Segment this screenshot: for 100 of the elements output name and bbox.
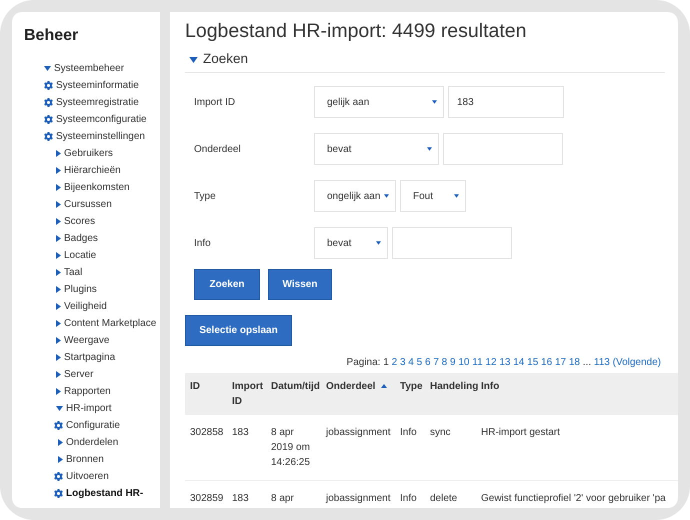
page-link[interactable]: 6 — [424, 356, 431, 368]
tree-item[interactable]: Locatie — [24, 247, 160, 264]
value-input[interactable] — [392, 227, 512, 260]
value-dropdown[interactable]: Fout — [400, 180, 466, 212]
caret-right-icon — [56, 235, 61, 242]
operator-dropdown[interactable]: bevat — [314, 133, 439, 166]
page-link[interactable]: 7 — [433, 356, 439, 368]
tree-item[interactable]: Badges — [24, 230, 160, 247]
search-section-header[interactable]: Zoeken — [185, 49, 665, 73]
page-title: Logbestand HR-import: 4499 resultaten — [185, 20, 528, 44]
gear-icon — [44, 81, 53, 90]
column-header[interactable]: ID — [190, 378, 200, 394]
page-link[interactable]: 11 — [472, 356, 483, 368]
column-header[interactable]: Handeling — [430, 378, 478, 394]
tree-item[interactable]: Rapporten — [24, 383, 160, 400]
page-link[interactable]: 4 — [408, 356, 414, 368]
page-link[interactable]: 14 — [513, 356, 524, 368]
page-link[interactable]: 17 — [554, 356, 566, 368]
page-link[interactable]: 3 — [400, 356, 406, 368]
caret-right-icon — [56, 286, 61, 293]
tree-item[interactable]: Startpagina — [24, 349, 160, 366]
gear-icon — [44, 115, 53, 124]
caret-right-icon — [58, 456, 63, 463]
caret-right-icon — [56, 252, 61, 259]
caret-right-icon — [56, 218, 61, 225]
gear-icon — [44, 98, 53, 107]
table-cell: 183 — [232, 492, 249, 504]
caret-right-icon — [56, 320, 61, 327]
caret-right-icon — [56, 201, 61, 208]
tree-item[interactable]: Systeembeheer — [24, 60, 160, 77]
search-button[interactable]: Zoeken — [194, 268, 260, 300]
tree-item[interactable]: Bijeenkomsten — [24, 179, 160, 196]
tree-item[interactable]: Content Marketplace — [24, 315, 160, 332]
tree-item[interactable]: HR-import — [24, 400, 160, 417]
tree-item[interactable]: Uitvoeren — [24, 468, 160, 485]
page-link[interactable]: 18 — [568, 356, 580, 368]
table-cell: delete — [430, 492, 458, 504]
tree-item[interactable]: Veiligheid — [24, 298, 160, 315]
save-selection-button[interactable]: Selectie opslaan — [185, 314, 292, 346]
tree-item[interactable]: Systeeminstellingen — [24, 128, 160, 145]
caret-right-icon — [56, 303, 61, 310]
table-cell: Info — [400, 492, 417, 504]
operator-dropdown[interactable]: bevat — [314, 227, 388, 260]
caret-down-icon — [454, 194, 459, 198]
tree-item[interactable]: Weergave — [24, 332, 160, 349]
table-cell: Gewist functieprofiel '2' voor gebruiker 'pa — [481, 492, 666, 504]
tree-item[interactable]: Cursussen — [24, 196, 160, 213]
gear-icon — [44, 132, 53, 141]
filter-label: Type — [194, 190, 217, 204]
tree-item[interactable]: Configuratie — [24, 417, 160, 434]
tree-item[interactable]: Onderdelen — [24, 434, 160, 451]
table-cell: Info — [400, 426, 417, 438]
page-link[interactable]: 15 — [527, 356, 538, 368]
current-page: 1 — [383, 356, 389, 368]
page-link[interactable]: 10 — [458, 356, 470, 368]
next-link[interactable]: (Volgende) — [612, 356, 661, 368]
page-link[interactable]: 9 — [450, 356, 456, 368]
column-header[interactable]: Info — [481, 378, 500, 394]
caret-right-icon — [56, 371, 61, 378]
page-link[interactable]: 113 — [594, 356, 610, 368]
value-input[interactable] — [443, 133, 563, 166]
tree-item[interactable]: Systeemregistratie — [24, 94, 160, 111]
pagination-label: Pagina: — [346, 356, 382, 368]
operator-dropdown[interactable]: gelijk aan — [314, 86, 444, 118]
table-cell: jobassignment — [326, 426, 390, 438]
filter-label: Onderdeel — [194, 142, 242, 157]
tree-item[interactable]: Systeeminformatie — [24, 77, 160, 94]
tree-item[interactable]: Gebruikers — [24, 145, 160, 162]
tree-item[interactable]: Scores — [24, 213, 160, 230]
caret-right-icon — [56, 150, 61, 157]
value-input[interactable]: 183 — [448, 86, 564, 118]
operator-dropdown[interactable]: ongelijk aan — [314, 180, 396, 212]
tree-item[interactable]: Server — [24, 366, 160, 383]
table-cell: 8 apr 2019 om 14:26:25 — [271, 426, 310, 468]
table-cell: jobassignment — [326, 492, 390, 504]
page-link[interactable]: 12 — [485, 356, 497, 368]
tree-item[interactable]: Taal — [24, 264, 160, 281]
gear-icon — [54, 472, 63, 481]
clear-button[interactable]: Wissen — [268, 268, 332, 300]
sidebar-title: Beheer — [24, 26, 80, 46]
tree-item[interactable]: Systeemconfiguratie — [24, 111, 160, 128]
caret-right-icon — [56, 269, 61, 276]
page-link[interactable]: 2 — [392, 356, 398, 368]
tree-item[interactable]: Hiërarchieën — [24, 162, 160, 179]
caret-down-icon — [384, 194, 389, 198]
caret-down-icon — [376, 241, 381, 246]
gear-icon — [54, 489, 63, 498]
tree-item[interactable]: Logbestand HR- — [24, 485, 160, 502]
page-link[interactable]: 5 — [416, 356, 422, 368]
tree-item[interactable]: Plugins — [24, 281, 160, 298]
table-cell: 302859 — [190, 492, 224, 504]
page-link[interactable]: 13 — [499, 356, 510, 368]
caret-right-icon — [56, 184, 61, 191]
page-link[interactable]: 8 — [442, 356, 448, 368]
tree-item[interactable]: Bronnen — [24, 451, 160, 468]
caret-right-icon — [58, 439, 63, 446]
gear-icon — [54, 421, 63, 430]
page-link[interactable]: 16 — [541, 356, 552, 368]
pagination-ellipsis: ... — [582, 356, 592, 368]
filter-label: Info — [194, 236, 212, 251]
